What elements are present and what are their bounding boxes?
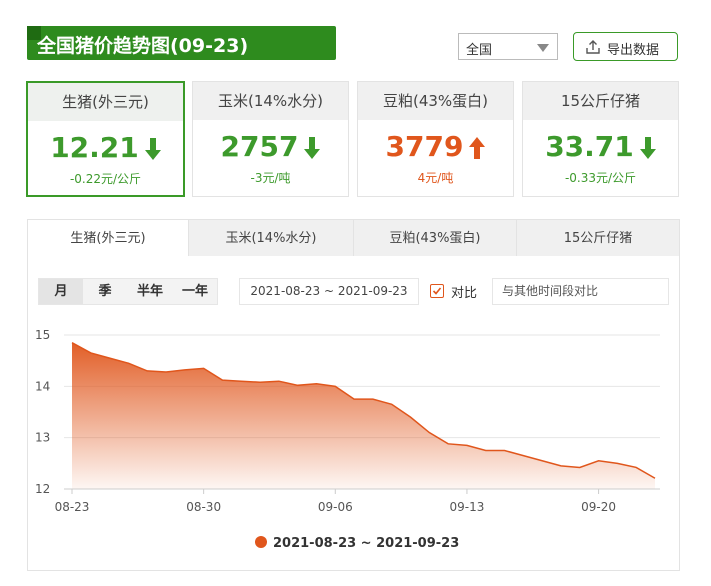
compare-label: 对比 (451, 286, 478, 301)
card-change: -0.22元/公斤 (69, 172, 142, 186)
card-value-text: 3779 (385, 130, 464, 163)
compare-checkbox[interactable] (430, 284, 444, 298)
chart-legend: 2021-08-23 ~ 2021-09-23 (255, 536, 459, 551)
card-live-hog[interactable]: 生猪(外三元) 12.21 -0.22元/公斤 (26, 81, 185, 197)
legend-label: 2021-08-23 ~ 2021-09-23 (273, 536, 460, 551)
arrow-down-icon (144, 138, 161, 160)
card-value: 12.21 (28, 131, 183, 164)
card-title: 玉米(14%水分) (193, 82, 348, 120)
y-tick-label: 13 (35, 431, 50, 445)
arrow-down-icon (304, 137, 321, 159)
date-range-picker[interactable]: 2021-08-23 ~ 2021-09-23 (239, 278, 419, 305)
card-soybean-meal[interactable]: 豆粕(43%蛋白) 3779 4元/吨 (357, 81, 514, 197)
period-half-year[interactable]: 半年 (127, 279, 173, 304)
upload-icon (586, 40, 600, 54)
card-corn[interactable]: 玉米(14%水分) 2757 -3元/吨 (192, 81, 349, 197)
card-value-text: 12.21 (50, 131, 139, 164)
y-tick-label: 15 (35, 328, 50, 342)
chevron-down-icon (537, 44, 549, 52)
page-title-bar: 全国猪价趋势图(09-23) (27, 26, 336, 60)
card-title: 生猪(外三元) (28, 83, 183, 121)
card-change: -3元/吨 (250, 171, 291, 185)
price-area-chart: 12 13 14 15 08-23 08-30 09-06 09-13 09-20 (35, 328, 660, 514)
x-tick-label: 09-13 (449, 500, 484, 514)
tab-corn[interactable]: 玉米(14%水分) (189, 219, 354, 256)
checkmark-icon (432, 287, 442, 295)
legend-swatch (255, 536, 267, 548)
tab-live-hog[interactable]: 生猪(外三元) (27, 219, 189, 256)
x-tick-label: 08-23 (55, 500, 90, 514)
period-quarter[interactable]: 季 (83, 279, 127, 304)
card-value: 2757 (193, 130, 348, 163)
region-select-value: 全国 (466, 43, 493, 58)
x-tick-label: 08-30 (186, 500, 221, 514)
tab-soybean-meal[interactable]: 豆粕(43%蛋白) (354, 219, 517, 256)
arrow-up-icon (469, 137, 486, 159)
region-select[interactable]: 全国 (458, 33, 558, 60)
export-data-button[interactable]: 导出数据 (573, 32, 678, 61)
period-year[interactable]: 一年 (173, 279, 217, 304)
card-title: 豆粕(43%蛋白) (358, 82, 513, 120)
period-month[interactable]: 月 (39, 279, 83, 304)
page-title: 全国猪价趋势图(09-23) (37, 35, 249, 57)
x-tick-label: 09-20 (581, 500, 616, 514)
card-piglet[interactable]: 15公斤仔猪 33.71 -0.33元/公斤 (522, 81, 679, 197)
y-tick-label: 14 (35, 379, 50, 393)
period-selector: 月 季 半年 一年 (38, 278, 218, 305)
card-value-text: 33.71 (545, 130, 634, 163)
x-tick-label: 09-06 (318, 500, 353, 514)
card-value: 33.71 (523, 130, 678, 163)
card-value: 3779 (358, 130, 513, 163)
arrow-down-icon (639, 137, 656, 159)
card-change: -0.33元/公斤 (564, 171, 637, 185)
compare-period-input[interactable]: 与其他时间段对比 (492, 278, 669, 305)
export-data-label: 导出数据 (607, 43, 660, 58)
y-tick-label: 12 (35, 482, 50, 496)
card-title: 15公斤仔猪 (523, 82, 678, 120)
tab-piglet[interactable]: 15公斤仔猪 (517, 219, 680, 256)
card-change: 4元/吨 (417, 171, 454, 185)
card-value-text: 2757 (220, 130, 299, 163)
